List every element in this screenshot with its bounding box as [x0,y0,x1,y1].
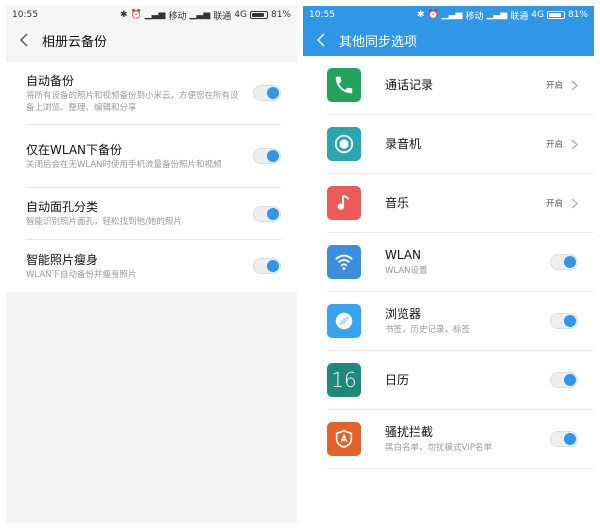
battery-icon [249,11,268,19]
browser-icon [327,304,361,338]
browser-sync-toggle[interactable] [550,313,578,329]
face-grouping-toggle[interactable] [253,205,281,222]
calendar-icon: 16 [327,363,361,397]
chevron-right-icon [571,139,578,150]
sync-item-recorder[interactable]: 录音机 开启 [327,115,594,174]
chevron-right-icon [571,80,578,91]
setting-title: 自动备份 [26,73,75,88]
wlan-sync-toggle[interactable] [550,254,578,270]
sync-item-harassment-blocker[interactable]: 骚扰拦截 黑白名单，勿扰模式VIP名单 [327,410,594,469]
page-title: 其他同步选项 [339,34,418,50]
status-battery: 81% [567,10,588,20]
status-time: 10:55 [309,10,335,20]
status-bar: 10:55 ✱ ⏰ ▁▃▅ 移动 ▁▃▅ 联通 4G 81% [303,6,594,24]
shield-icon [327,422,361,456]
alarm-icon: ⏰ [427,10,439,20]
sync-status: 开启 [545,199,563,209]
signal-icon: ▁▃▅ [441,10,463,20]
sync-status: 开启 [545,140,563,150]
setting-description: 智能识别照片面孔，轻松找到他/她的照片 [26,217,182,227]
bluetooth-icon: ✱ [119,10,128,20]
setting-title: 智能照片瘦身 [26,252,99,267]
status-network: 4G [234,10,247,20]
other-sync-options-screen: 10:55 ✱ ⏰ ▁▃▅ 移动 ▁▃▅ 联通 4G 81% 其他同步选项 通话… [303,6,594,523]
setting-description: 将所有设备的照片和视频备份到小米云，方便您在所有设备上浏览、整理、编辑和分享 [26,90,239,113]
status-time: 10:55 [12,10,38,20]
signal-icon: ▁▃▅ [144,10,166,20]
title-bar: 其他同步选项 [303,24,594,56]
setting-row-auto-backup[interactable]: 自动备份 将所有设备的照片和视频备份到小米云，方便您在所有设备上浏览、整理、编辑… [26,62,281,125]
setting-title: 仅在WLAN下备份 [26,142,123,157]
sync-item-title: 日历 [385,372,410,387]
sync-item-title: 骚扰拦截 [385,424,434,439]
status-carrier1: 移动 [465,11,484,22]
setting-row-photo-slimming[interactable]: 智能照片瘦身 WLAN下自动备份并瘦身照片 [26,240,281,292]
back-arrow-icon[interactable] [313,32,329,48]
status-carrier1: 移动 [168,11,187,22]
calendar-sync-toggle[interactable] [550,372,578,388]
music-note-icon [327,186,361,220]
sync-item-title: 通话记录 [385,77,434,92]
sync-item-calendar[interactable]: 16 日历 [327,351,594,410]
signal-icon: ▁▃▅ [486,10,508,20]
recorder-icon [327,127,361,161]
setting-description: WLAN下自动备份并瘦身照片 [26,269,137,280]
chevron-right-icon [571,198,578,209]
status-carrier2: 联通 [510,11,529,22]
harassment-blocker-sync-toggle[interactable] [550,431,578,447]
calendar-icon-text: 16 [331,368,357,392]
bluetooth-icon: ✱ [416,10,425,20]
phone-icon [327,68,361,102]
status-battery: 81% [270,10,291,20]
setting-row-wlan-only[interactable]: 仅在WLAN下备份 关闭后会在无WLAN时使用手机流量备份照片和视频 [26,125,281,188]
wifi-icon [327,245,361,279]
sync-item-subtitle: 书签，历史记录，标签 [385,324,471,335]
sync-item-music[interactable]: 音乐 开启 [327,174,594,233]
sync-status: 开启 [545,81,563,91]
battery-icon [546,11,565,19]
setting-row-face-grouping[interactable]: 自动面孔分类 智能识别照片面孔，轻松找到他/她的照片 [26,188,281,240]
setting-title: 自动面孔分类 [26,200,99,214]
sync-item-subtitle: 黑白名单，勿扰模式VIP名单 [385,442,492,453]
status-network: 4G [531,10,544,20]
photo-slimming-toggle[interactable] [253,258,281,274]
page-title: 相册云备份 [42,34,108,50]
sync-item-wlan[interactable]: WLAN WLAN设置 [327,233,594,292]
status-icons: ✱ ⏰ ▁▃▅ 移动 ▁▃▅ 联通 4G 81% [417,9,588,22]
sync-item-browser[interactable]: 浏览器 书签，历史记录，标签 [327,292,594,351]
status-icons: ✱ ⏰ ▁▃▅ 移动 ▁▃▅ 联通 4G 81% [120,9,291,22]
sync-item-title: WLAN [385,247,422,262]
sync-item-title: 录音机 [385,136,422,151]
sync-item-subtitle: WLAN设置 [385,265,428,276]
backup-settings-list: 自动备份 将所有设备的照片和视频备份到小米云，方便您在所有设备上浏览、整理、编辑… [6,62,297,292]
sync-item-title: 浏览器 [385,306,422,321]
sync-options-list: 通话记录 开启 录音机 开启 音乐 开启 WLAN WLAN设置 浏览器 书签，… [303,56,594,469]
title-bar: 相册云备份 [6,24,297,56]
setting-description: 关闭后会在无WLAN时使用手机流量备份照片和视频 [26,159,222,170]
status-carrier2: 联通 [213,11,232,22]
sync-item-title: 音乐 [385,195,410,210]
back-arrow-icon[interactable] [16,32,32,48]
wlan-only-toggle[interactable] [253,148,281,164]
status-bar: 10:55 ✱ ⏰ ▁▃▅ 移动 ▁▃▅ 联通 4G 81% [6,6,297,24]
sync-item-call-log[interactable]: 通话记录 开启 [327,56,594,115]
auto-backup-toggle[interactable] [253,85,281,101]
cloud-backup-screen: 10:55 ✱ ⏰ ▁▃▅ 移动 ▁▃▅ 联通 4G 81% 相册云备份 自动备… [6,6,297,523]
alarm-icon: ⏰ [130,10,142,20]
signal-icon: ▁▃▅ [189,10,211,20]
